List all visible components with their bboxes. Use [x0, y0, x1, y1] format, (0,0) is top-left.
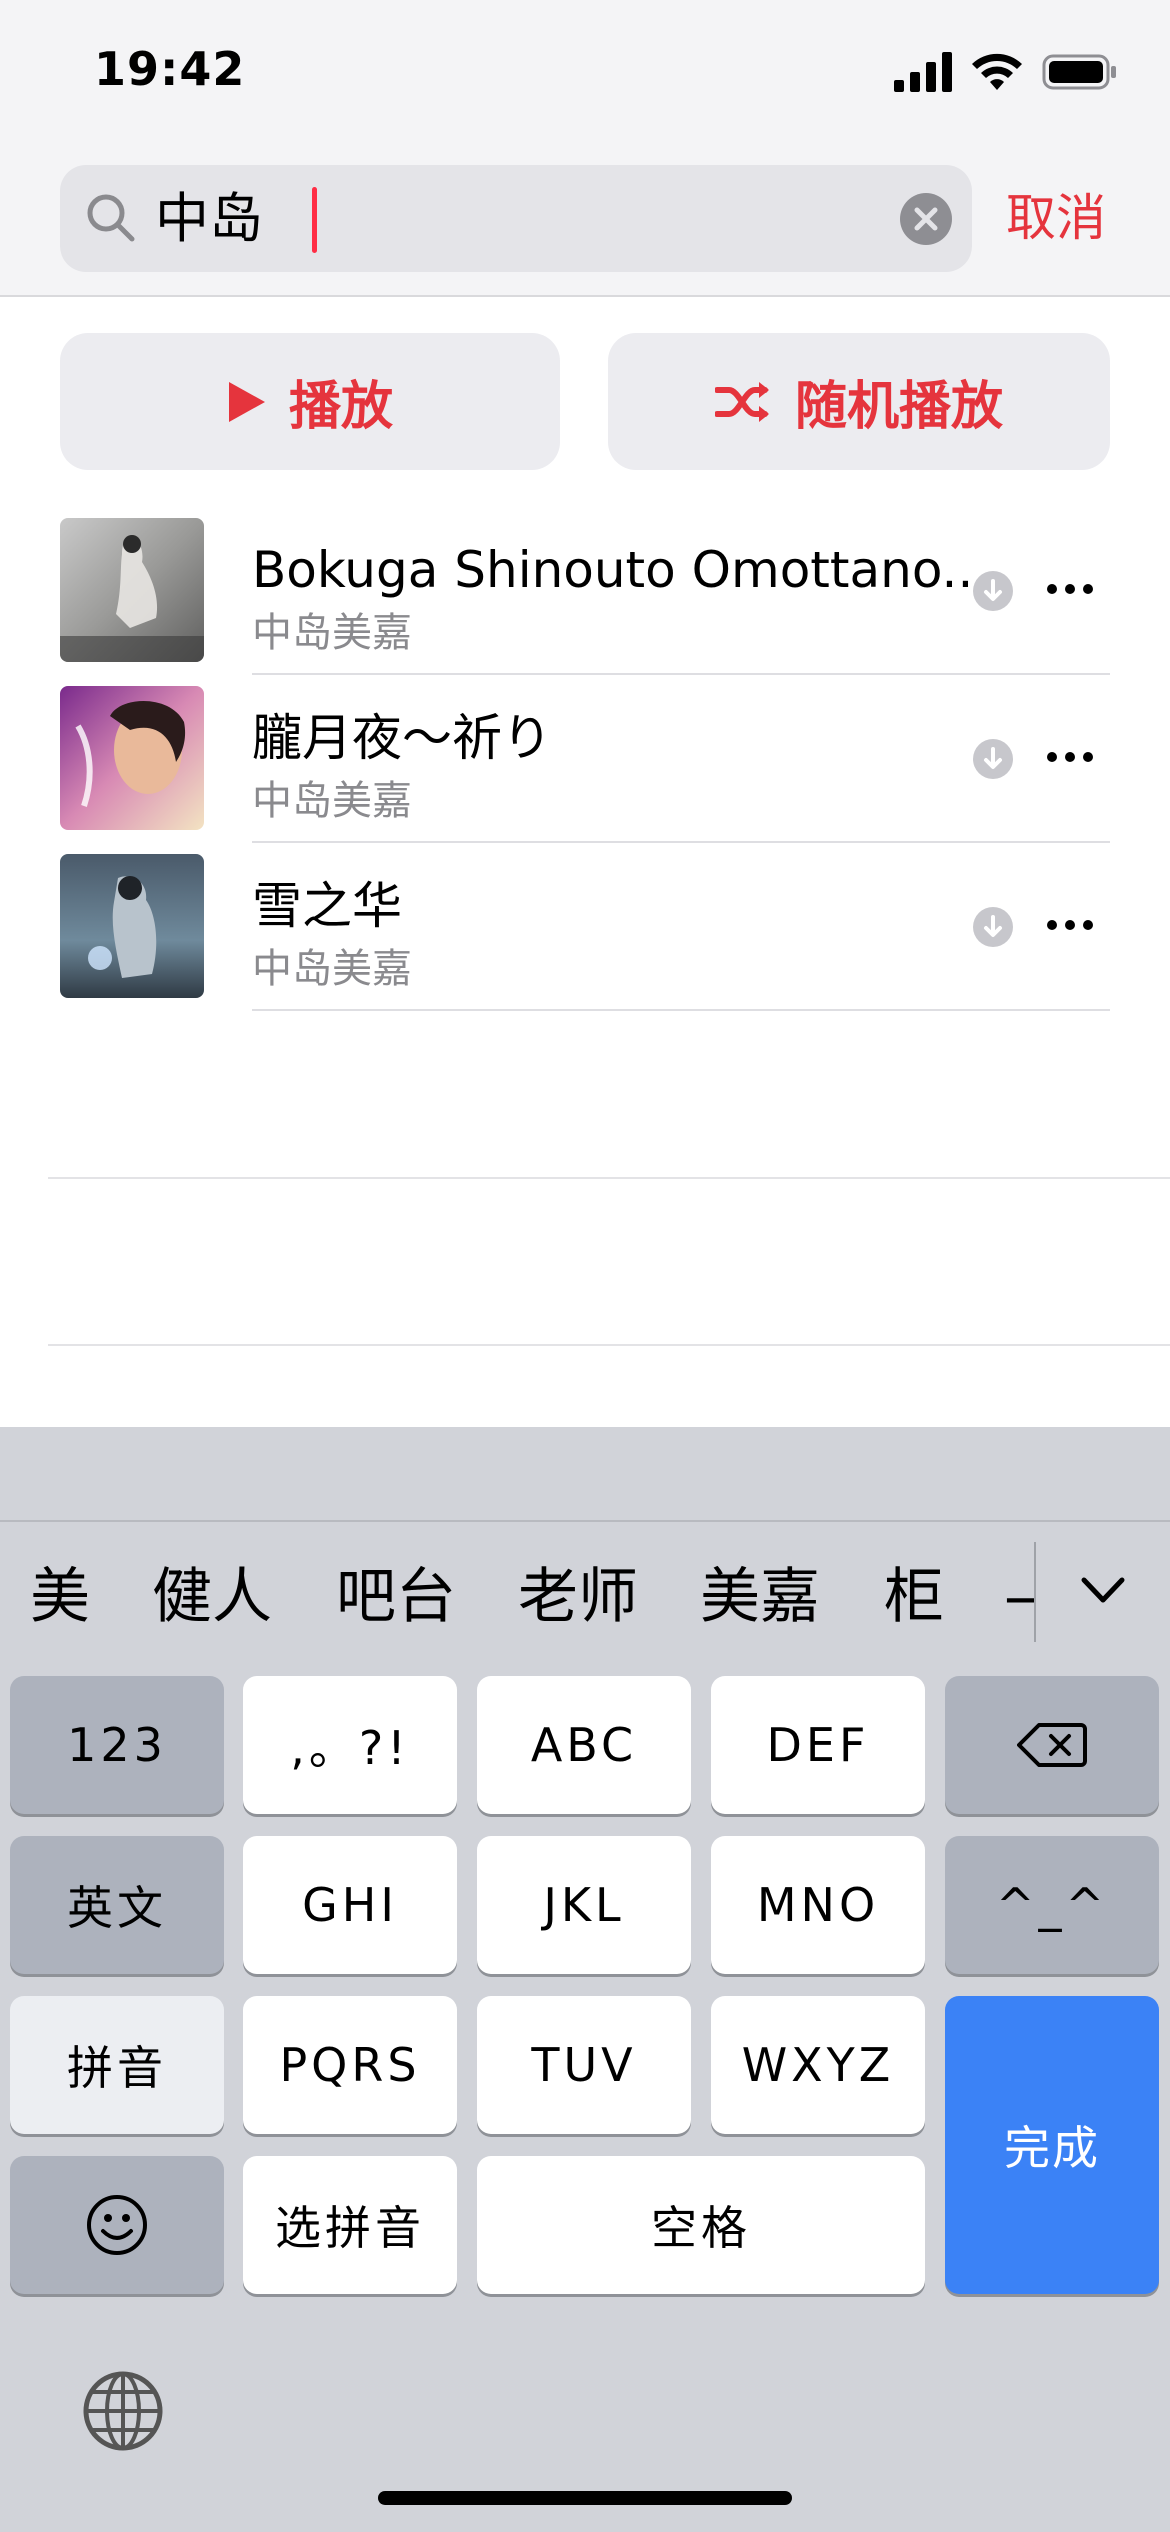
album-art: [60, 518, 204, 662]
keyboard: 美 健人 吧台 老师 美嘉 柜 —: [0, 1427, 1170, 2532]
divider: [252, 841, 1110, 843]
shuffle-label: 随机播放: [794, 377, 1003, 437]
song-artist: 中岛美嘉: [252, 946, 412, 992]
home-indicator: [378, 2491, 792, 2505]
key-123[interactable]: 123: [10, 1676, 224, 1814]
divider: [252, 673, 1110, 675]
candidate-word[interactable]: 吧台: [336, 1562, 456, 1632]
key-punctuation[interactable]: ,。?!: [243, 1676, 457, 1814]
more-options-icon[interactable]: [1045, 742, 1095, 772]
key-wxyz[interactable]: WXYZ: [711, 1996, 925, 2134]
status-time: 19:42: [94, 42, 246, 96]
emoji-icon: [87, 2195, 147, 2255]
play-icon: [228, 381, 265, 422]
divider: [48, 1177, 1170, 1179]
cancel-button[interactable]: 取消: [1006, 186, 1106, 250]
candidate-word[interactable]: 美嘉: [700, 1562, 820, 1632]
candidate-bar: 美 健人 吧台 老师 美嘉 柜 —: [0, 1522, 1170, 1672]
divider: [252, 1009, 1110, 1011]
key-kaomoji[interactable]: ^_^: [945, 1836, 1159, 1974]
wifi-icon: [972, 53, 1022, 90]
text-caret: [312, 187, 317, 253]
song-title: Bokuga Shinouto Omottano...: [252, 541, 990, 599]
header-area: 19:42 中岛 取消: [0, 0, 1170, 297]
album-art: [60, 686, 204, 830]
clear-search-button[interactable]: [900, 193, 952, 245]
cellular-signal-icon: [894, 52, 952, 92]
album-art: [60, 854, 204, 998]
key-english[interactable]: 英文: [10, 1836, 224, 1974]
search-icon: [87, 194, 135, 242]
delete-key[interactable]: [945, 1676, 1159, 1814]
candidate-word[interactable]: 老师: [518, 1562, 638, 1632]
candidate-word[interactable]: 美: [30, 1562, 90, 1632]
candidate-word[interactable]: —: [1004, 1562, 1034, 1632]
divider: [48, 1344, 1170, 1346]
done-button[interactable]: 完成: [945, 1996, 1159, 2294]
key-pinyin[interactable]: 拼音: [10, 1996, 224, 2134]
more-options-icon[interactable]: [1045, 910, 1095, 940]
key-def[interactable]: DEF: [711, 1676, 925, 1814]
song-title: 雪之华: [252, 877, 402, 935]
download-icon[interactable]: [972, 738, 1014, 780]
song-title: 朧月夜～祈り: [252, 709, 552, 767]
globe-icon[interactable]: [82, 2370, 164, 2452]
key-jkl[interactable]: JKL: [477, 1836, 691, 1974]
chevron-down-icon[interactable]: [1078, 1570, 1128, 1610]
key-tuv[interactable]: TUV: [477, 1996, 691, 2134]
close-icon: [914, 207, 938, 231]
song-artist: 中岛美嘉: [252, 778, 412, 824]
emoji-key[interactable]: [10, 2156, 224, 2294]
search-input[interactable]: 中岛: [60, 165, 972, 272]
download-icon[interactable]: [972, 906, 1014, 948]
candidate-word[interactable]: 健人: [152, 1562, 272, 1632]
play-button[interactable]: 播放: [60, 333, 560, 470]
more-options-icon[interactable]: [1045, 574, 1095, 604]
delete-icon: [1017, 1723, 1087, 1767]
status-icons: [894, 50, 1118, 94]
key-ghi[interactable]: GHI: [243, 1836, 457, 1974]
divider: [1034, 1542, 1036, 1642]
shuffle-button[interactable]: 随机播放: [608, 333, 1110, 470]
battery-icon: [1042, 54, 1116, 90]
key-pqrs[interactable]: PQRS: [243, 1996, 457, 2134]
candidate-word[interactable]: 柜: [884, 1562, 944, 1632]
song-row[interactable]: Bokuga Shinouto Omottano... 中岛美嘉: [0, 518, 1170, 686]
key-mno[interactable]: MNO: [711, 1836, 925, 1974]
key-select-pinyin[interactable]: 选拼音: [243, 2156, 457, 2294]
song-artist: 中岛美嘉: [252, 610, 412, 656]
song-row[interactable]: 雪之华 中岛美嘉: [0, 854, 1170, 1022]
download-icon[interactable]: [972, 570, 1014, 612]
shuffle-icon: [714, 381, 769, 422]
song-row[interactable]: 朧月夜～祈り 中岛美嘉: [0, 686, 1170, 854]
space-key[interactable]: 空格: [477, 2156, 925, 2294]
play-label: 播放: [288, 377, 393, 437]
search-query-text: 中岛: [155, 187, 263, 250]
key-abc[interactable]: ABC: [477, 1676, 691, 1814]
keyboard-top-bar: [0, 1427, 1170, 1522]
